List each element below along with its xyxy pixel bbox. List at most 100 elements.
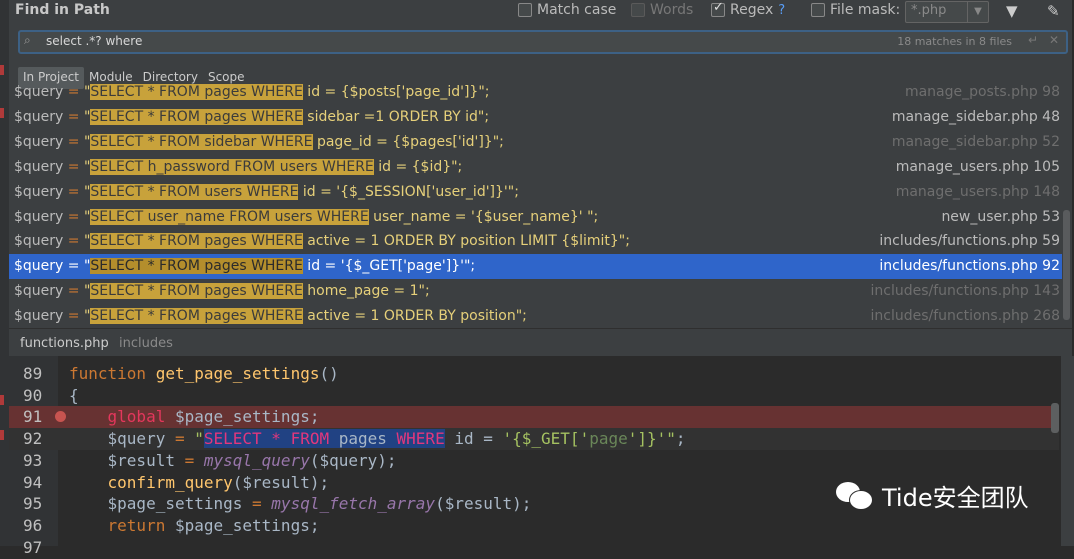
code-token: ($query); [309, 450, 397, 470]
result-row[interactable]: $query = "SELECT * FROM pages WHERE id =… [9, 80, 1062, 105]
code-line[interactable]: 92 $query = "SELECT * FROM pages WHERE i… [9, 428, 1059, 451]
regex-checkbox[interactable] [711, 0, 725, 17]
result-operator: = [63, 208, 84, 225]
line-number: 91 [23, 407, 43, 427]
result-match-highlight: SELECT * FROM pages WHERE [90, 84, 303, 100]
result-match-highlight: SELECT * FROM pages WHERE [90, 258, 303, 275]
code-line[interactable]: 97 [9, 537, 1059, 559]
result-file-location: manage_posts.php 98 [904, 84, 1060, 100]
results-list[interactable]: $query = "SELECT * FROM pages WHERE id =… [9, 80, 1062, 328]
chevron-down-icon[interactable]: ▼ [967, 2, 988, 22]
regex-help-link[interactable]: ? [778, 3, 785, 18]
result-row[interactable]: $query = "SELECT h_password FROM users W… [9, 155, 1062, 180]
breakpoint-icon[interactable] [55, 411, 66, 423]
match-case-label: Match case [537, 2, 617, 18]
dialog-title: Find in Path [15, 2, 110, 18]
code-token: get_page_settings [155, 364, 320, 383]
code-token: confirm_query [107, 472, 233, 492]
watermark: Tide安全团队 [836, 478, 1029, 513]
result-var: $query [14, 84, 64, 100]
marker [0, 395, 4, 405]
code-token: ; [675, 429, 686, 449]
code-text: $page_settings = mysql_fetch_array($resu… [69, 493, 532, 515]
words-option[interactable]: Words [631, 2, 693, 18]
result-row[interactable]: $query = "SELECT * FROM users WHERE id =… [9, 180, 1062, 205]
code-token: id = [444, 429, 503, 449]
match-case-checkbox[interactable] [518, 3, 532, 17]
pin-icon[interactable]: ✎ [1047, 2, 1060, 20]
code-line[interactable]: 93 $result = mysql_query($query); [9, 450, 1059, 472]
result-operator: = [63, 133, 84, 150]
filter-icon[interactable]: ▼ [1006, 2, 1018, 20]
code-line[interactable]: 91 global $page_settings; [9, 406, 1059, 429]
result-rest: id = {$posts['page_id']}"; [302, 84, 490, 100]
file-mask-option[interactable]: File mask: [811, 2, 900, 18]
result-row[interactable]: $query = "SELECT * FROM pages WHERE home… [9, 279, 1062, 304]
result-var: $query [14, 158, 64, 175]
code-editor[interactable]: 89 function get_page_settings() 90 {91 glob… [9, 356, 1059, 557]
results-scrollbar[interactable] [1063, 210, 1070, 320]
code-line[interactable]: 90 { [9, 385, 1059, 407]
code-line[interactable]: 89 function get_page_settings() [9, 363, 1059, 385]
code-token: $page_settings [69, 494, 253, 514]
result-code: $query = "SELECT * FROM pages WHERE side… [14, 105, 489, 130]
code-text: global $page_settings; [69, 406, 320, 428]
code-text: $query = "SELECT * FROM pages WHERE id =… [69, 428, 686, 450]
regex-label: Regex [730, 2, 774, 18]
result-row[interactable]: $query = "SELECT * FROM pages WHERE acti… [9, 304, 1062, 328]
result-row[interactable]: $query = "SELECT * FROM pages WHERE side… [9, 105, 1062, 130]
new-line-icon[interactable]: ↵ [1028, 33, 1038, 47]
result-var: $query [14, 258, 64, 275]
file-mask-select[interactable]: *.php ▼ [905, 1, 989, 23]
result-file-location: includes/functions.php 143 [870, 283, 1061, 300]
close-icon[interactable]: ✕ [1049, 33, 1059, 47]
result-rest: active = 1 ORDER BY position"; [302, 308, 527, 325]
editor-scrollbar[interactable] [1051, 403, 1059, 433]
marker [0, 65, 4, 75]
find-in-path-dialog: Find in Path Match case Words Regex ? Fi… [9, 0, 1073, 356]
result-file-location: manage_users.php 105 [895, 158, 1060, 175]
wechat-icon [836, 480, 874, 512]
file-mask-value: *.php [911, 3, 947, 18]
match-case-option[interactable]: Match case [518, 2, 616, 18]
match-count: 18 matches in 8 files [897, 35, 1012, 48]
result-row[interactable]: $query = "SELECT * FROM pages WHERE id =… [9, 254, 1062, 280]
watermark-text: Tide安全团队 [882, 484, 1029, 512]
line-number: 97 [23, 537, 43, 557]
result-var: $query [14, 308, 64, 325]
result-row[interactable]: $query = "SELECT user_name FROM users WH… [9, 205, 1062, 230]
result-file-location: includes/functions.php 92 [879, 258, 1060, 275]
search-input[interactable]: select .*? where [46, 34, 142, 48]
search-icon[interactable]: ⌕ [24, 33, 31, 48]
result-operator: = [63, 108, 84, 125]
words-checkbox[interactable] [631, 3, 645, 17]
result-var: $query [14, 233, 64, 250]
code-token: return [107, 515, 175, 535]
result-match-highlight: SELECT h_password FROM users WHERE [90, 158, 374, 175]
code-line[interactable]: 96 return $page_settings; [9, 515, 1059, 537]
search-field[interactable]: ⌕ select .*? where 18 matches in 8 files… [18, 30, 1068, 54]
result-code: $query = "SELECT * FROM sidebar WHERE pa… [14, 130, 504, 155]
result-rest: id = {$id}"; [373, 158, 463, 175]
right-strip [1061, 356, 1074, 546]
marker [0, 430, 4, 440]
result-var: $query [14, 133, 64, 150]
result-code: $query = "SELECT * FROM pages WHERE acti… [14, 229, 630, 254]
regex-option[interactable]: Regex ? [711, 0, 785, 18]
result-row[interactable]: $query = "SELECT * FROM pages WHERE acti… [9, 229, 1062, 254]
result-code: $query = "SELECT * FROM pages WHERE home… [14, 279, 430, 304]
result-rest: active = 1 ORDER BY position LIMIT {$lim… [302, 233, 630, 250]
file-mask-checkbox[interactable] [811, 3, 825, 17]
code-token: $page_settings; [174, 407, 320, 427]
marker [0, 108, 4, 118]
result-operator: = [63, 183, 84, 200]
words-label: Words [650, 2, 694, 18]
code-token: SELECT * FROM [203, 429, 339, 449]
code-text: { [69, 385, 79, 407]
code-token: $result [69, 450, 185, 470]
result-row[interactable]: $query = "SELECT * FROM sidebar WHERE pa… [9, 130, 1062, 155]
result-code: $query = "SELECT user_name FROM users WH… [14, 205, 598, 230]
